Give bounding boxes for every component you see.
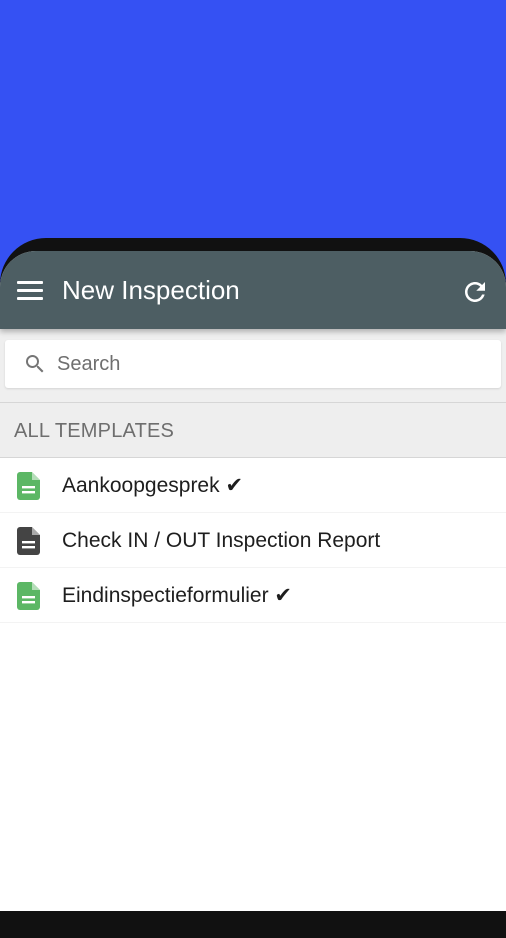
search-bar <box>0 329 506 402</box>
section-header: ALL TEMPLATES <box>0 402 506 458</box>
search-icon <box>26 355 44 373</box>
section-label: ALL TEMPLATES <box>14 420 175 442</box>
template-label: Eindinspectieformulier ✔ <box>62 584 293 607</box>
template-list: Aankoopgesprek ✔ Check IN / OUT Inspecti… <box>0 458 506 623</box>
phone-screen: New Inspection ALL TEMPLATES Aankoopgesp… <box>0 251 506 911</box>
template-label: Check IN / OUT Inspection Report <box>62 529 381 552</box>
search-box[interactable] <box>5 340 501 388</box>
app-bar: New Inspection <box>0 251 506 329</box>
search-input[interactable] <box>57 348 487 380</box>
template-label: Aankoopgesprek ✔ <box>62 474 244 497</box>
page-title: New Inspection <box>62 275 240 305</box>
refresh-icon[interactable] <box>460 277 490 307</box>
document-icon <box>17 472 40 500</box>
document-icon <box>17 527 40 555</box>
hamburger-menu-icon[interactable] <box>17 281 43 303</box>
template-item-check-in-out[interactable]: Check IN / OUT Inspection Report <box>0 513 506 568</box>
document-icon <box>17 582 40 610</box>
template-item-aankoopgesprek[interactable]: Aankoopgesprek ✔ <box>0 458 506 513</box>
template-item-eindinspectieformulier[interactable]: Eindinspectieformulier ✔ <box>0 568 506 623</box>
